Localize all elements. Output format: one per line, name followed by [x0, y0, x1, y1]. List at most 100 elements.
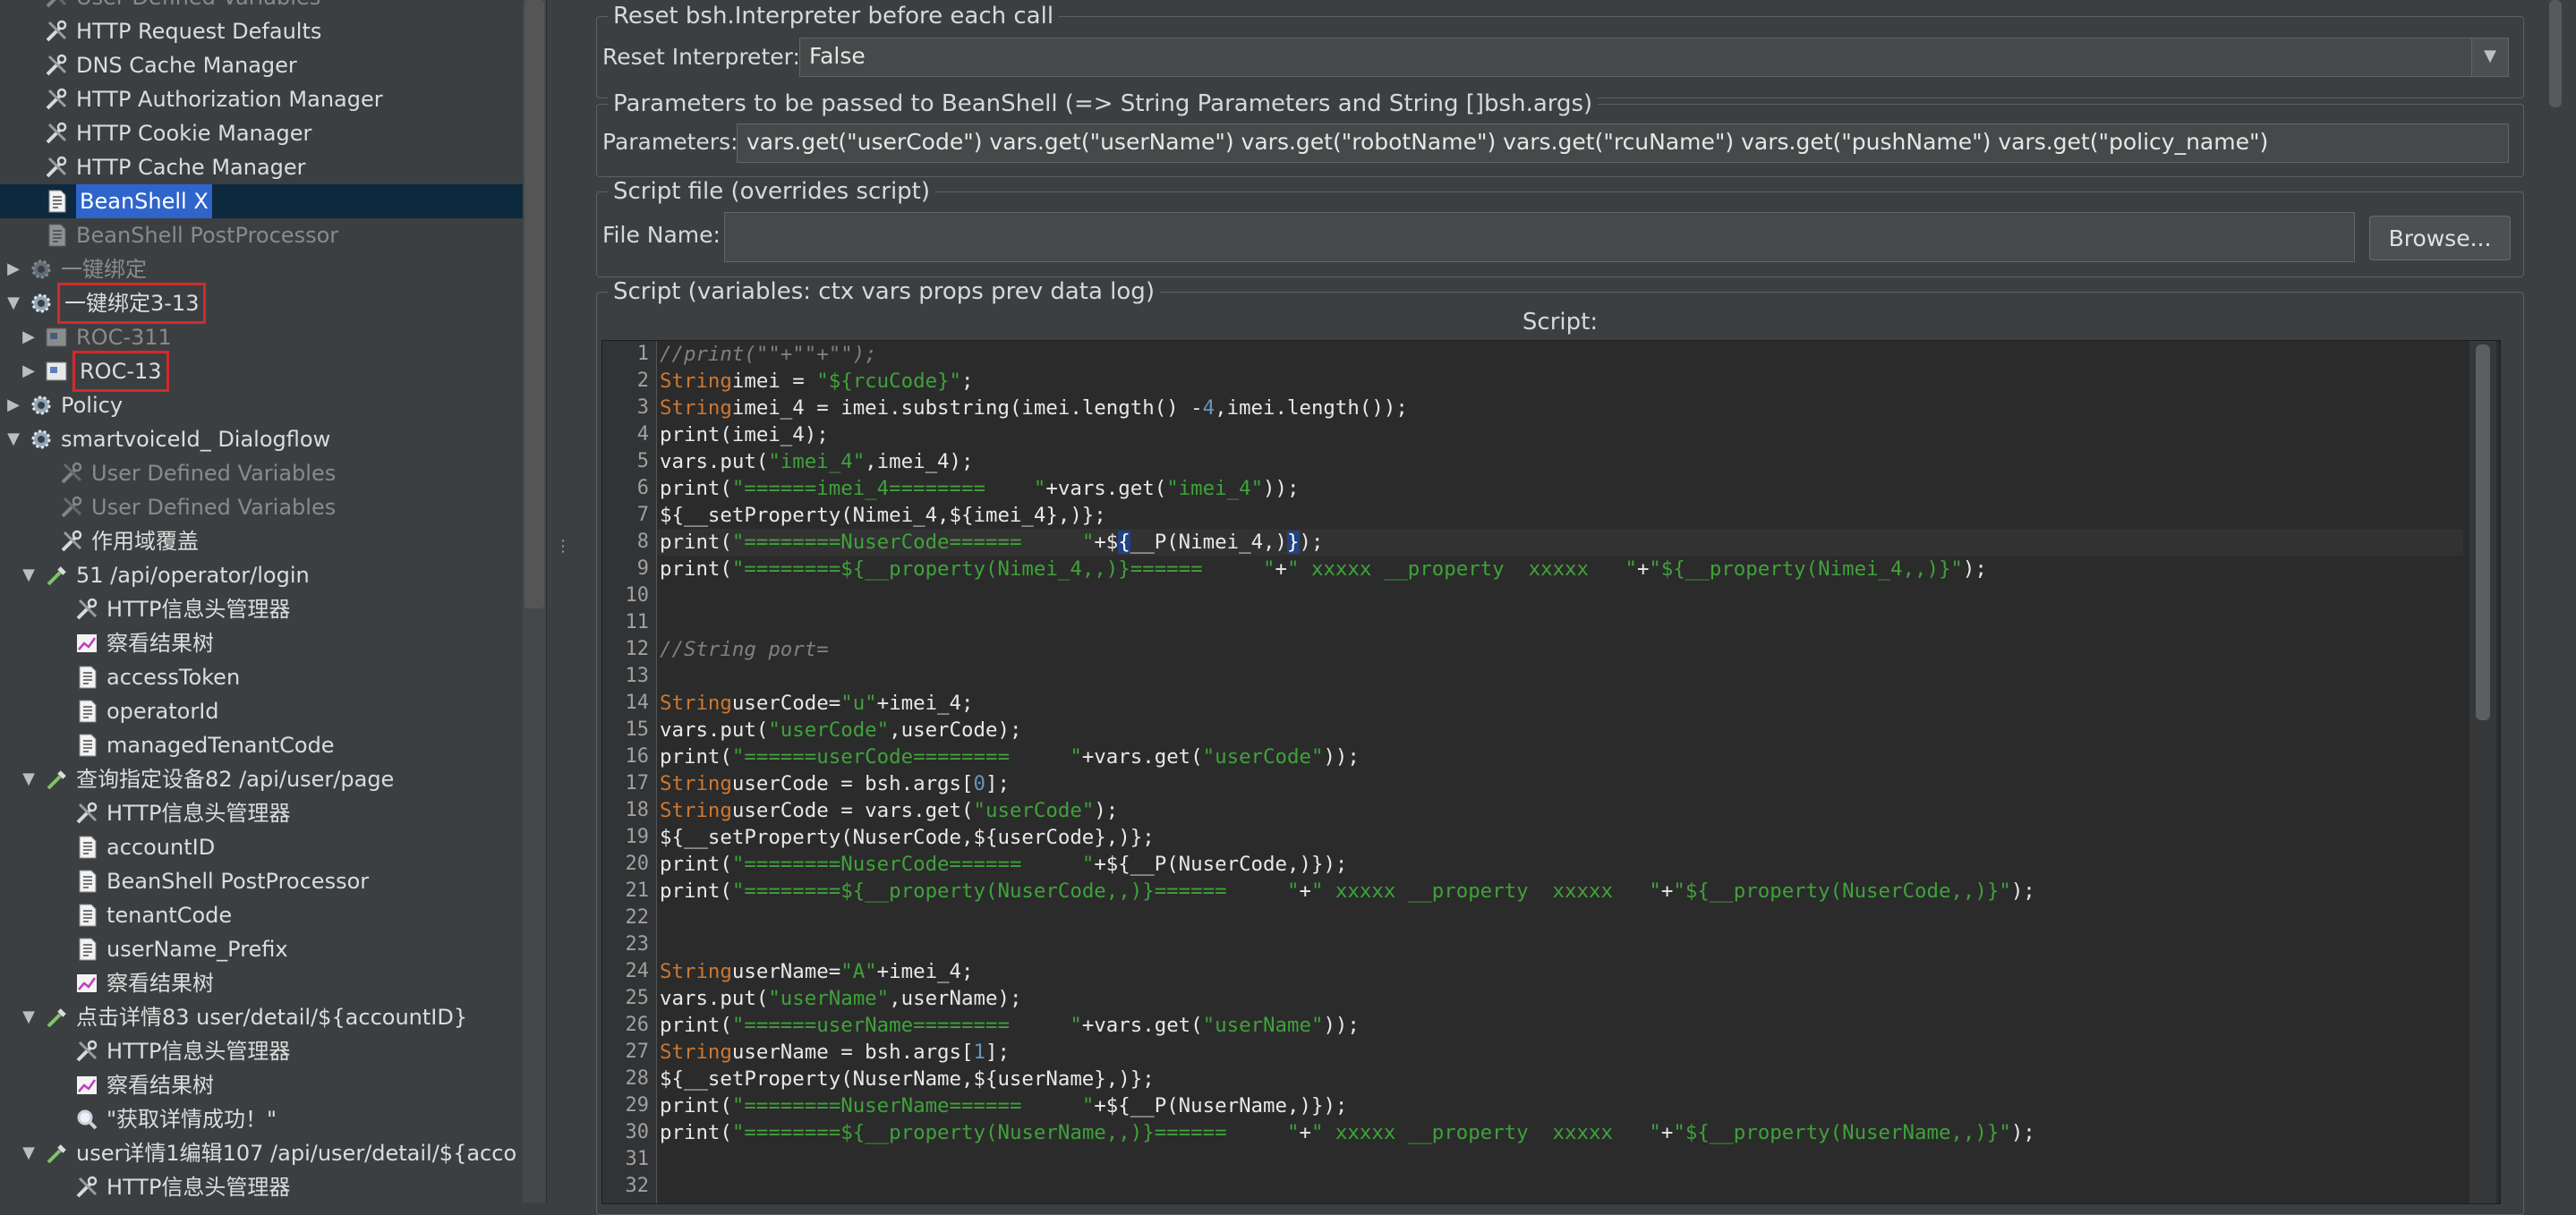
tree-node[interactable]: HTTP Cache Manager — [0, 150, 525, 184]
code-line[interactable]: //String port= — [660, 636, 829, 663]
wrench-icon — [44, 0, 69, 10]
tree-node[interactable]: HTTP信息头管理器 — [0, 1170, 525, 1202]
code-token: print( — [660, 879, 732, 903]
tree-node[interactable]: HTTP Cookie Manager — [0, 116, 525, 150]
code-line[interactable]: print("======imei_4======== "+vars.get("… — [660, 475, 1300, 502]
code-line[interactable]: vars.put("userName",userName); — [660, 985, 1021, 1012]
code-line[interactable]: ${__setProperty(NuserName,${userName},)}… — [660, 1066, 1155, 1092]
expand-arrow-icon[interactable]: ▼ — [5, 286, 21, 320]
editor-scrollbar-thumb[interactable] — [2476, 344, 2490, 720]
tree-node[interactable]: ▶ 一键绑定 — [0, 252, 525, 286]
code-line[interactable]: print(imei_4); — [660, 421, 829, 448]
expand-arrow-icon[interactable]: ▼ — [21, 558, 37, 592]
tree-node[interactable]: ▼ 点击详情83 user/detail/${accountID} — [0, 1000, 525, 1034]
tree-node[interactable]: accountID — [0, 830, 525, 864]
code-line[interactable]: print("========NuserName====== "+${__P(N… — [660, 1092, 1347, 1119]
code-line[interactable]: ${__setProperty(Nimei_4,${imei_4},)}; — [660, 502, 1106, 529]
tree-node[interactable]: ▶ Policy — [0, 388, 525, 422]
tree-node[interactable]: HTTP Authorization Manager — [0, 82, 525, 116]
tree-node[interactable]: 察看结果树 — [0, 1068, 525, 1102]
tree-node[interactable]: User Defined Variables — [0, 0, 525, 14]
expand-arrow-icon[interactable]: ▼ — [21, 1000, 37, 1034]
code-line[interactable]: //print(""+""+""); — [660, 341, 877, 368]
tree-node[interactable]: User Defined Variables — [0, 490, 525, 524]
code-token: print( — [660, 531, 732, 554]
tree-node[interactable]: accessToken — [0, 660, 525, 694]
code-line[interactable]: vars.put("userCode",userCode); — [660, 717, 1021, 743]
code-token: "========${__property(NuserCode,,)}=====… — [731, 879, 1300, 903]
tree-node[interactable]: 作用域覆盖 — [0, 524, 525, 558]
tree-node[interactable]: BeanShell X — [0, 184, 525, 218]
expand-arrow-icon[interactable]: ▼ — [21, 1136, 37, 1170]
code-line[interactable]: Stringimei = "${rcuCode}"; — [660, 368, 974, 395]
tree-node[interactable]: ▶ ROC-13 — [0, 351, 525, 392]
tree-node[interactable]: userName_Prefix — [0, 932, 525, 966]
split-pane-divider[interactable] — [546, 0, 593, 1202]
code-line[interactable]: StringuserName="A"+imei_4; — [660, 958, 974, 985]
code-line[interactable]: ${__setProperty(NuserCode,${userCode},)}… — [660, 824, 1155, 851]
code-line[interactable]: StringuserName = bsh.args[1]; — [660, 1039, 1010, 1066]
tree-node[interactable]: BeanShell PostProcessor — [0, 864, 525, 898]
tree-node[interactable]: User Defined Variables — [0, 456, 525, 490]
code-line[interactable]: print("======userName======== "+vars.get… — [660, 1012, 1360, 1039]
code-line[interactable]: StringuserCode = vars.get("userCode"); — [660, 797, 1118, 824]
tree-node[interactable]: ▶ ROC-311 — [0, 320, 525, 354]
line-number-gutter: 1 2 3 4 5 6 7 8 9 10 11 12 13 14 15 16 17 18 19 20 21 22 23 24 2… — [602, 341, 657, 1203]
tree-node[interactable]: managedTenantCode — [0, 728, 525, 762]
script-icon — [74, 903, 99, 928]
code-line[interactable]: Stringimei_4 = imei.substring(imei.lengt… — [660, 395, 1408, 421]
code-token: "${__property(Nimei_4,,)}" — [1649, 557, 1963, 581]
code-token: )); — [1323, 745, 1360, 769]
tree-node[interactable]: 察看结果树 — [0, 626, 525, 660]
code-line[interactable]: print("========NuserCode====== "+${__P(N… — [660, 851, 1347, 878]
script-editor[interactable]: 1 2 3 4 5 6 7 8 9 10 11 12 13 14 15 16 17 18 19 20 21 22 23 24 2… — [601, 340, 2501, 1204]
collapse-arrow-icon[interactable]: ▶ — [21, 354, 37, 388]
tree-scrollbar-thumb[interactable] — [525, 0, 544, 608]
collapse-arrow-icon[interactable]: ▶ — [21, 320, 37, 354]
code-line[interactable]: print("========NuserCode====== "+${__P(N… — [660, 529, 1323, 556]
tree-node[interactable]: ▼ 查询指定设备82 /api/user/page — [0, 762, 525, 796]
tree-node[interactable]: ▼ smartvoiceId_ Dialogflow — [0, 422, 525, 456]
code-token: "userName" — [768, 987, 890, 1010]
panel-scrollbar-track[interactable] — [2542, 0, 2569, 1202]
tree-node[interactable]: BeanShell PostProcessor — [0, 218, 525, 252]
chevron-down-icon[interactable]: ▼ — [2471, 38, 2508, 76]
tree-node[interactable]: 察看结果树 — [0, 966, 525, 1000]
code-token: +vars.get( — [1081, 745, 1203, 769]
code-line[interactable]: print("========${__property(Nimei_4,,)}=… — [660, 556, 1987, 582]
code-line[interactable]: StringuserCode = bsh.args[0]; — [660, 770, 1010, 797]
code-token: ]; — [985, 1041, 1010, 1064]
code-token: vars.put( — [660, 987, 769, 1010]
tree-node[interactable]: tenantCode — [0, 898, 525, 932]
code-token: "======imei_4======== " — [731, 477, 1046, 500]
divider-grip-icon[interactable]: ⋮ — [555, 535, 571, 558]
code-line[interactable]: StringuserCode="u"+imei_4; — [660, 690, 974, 717]
code-token: " xxxxx __property xxxxx " — [1310, 1121, 1661, 1144]
collapse-arrow-icon[interactable]: ▶ — [5, 252, 21, 286]
file-name-input[interactable] — [724, 212, 2355, 262]
tree-node[interactable]: HTTP Request Defaults — [0, 14, 525, 48]
collapse-arrow-icon[interactable]: ▶ — [5, 388, 21, 422]
tree-node-label: HTTP信息头管理器 — [107, 1175, 291, 1200]
expand-arrow-icon[interactable]: ▼ — [21, 762, 37, 796]
expand-arrow-icon[interactable]: ▼ — [5, 422, 21, 456]
tree-node[interactable]: operatorId — [0, 694, 525, 728]
panel-scrollbar-thumb[interactable] — [2549, 0, 2562, 107]
tree-node[interactable]: DNS Cache Manager — [0, 48, 525, 82]
tree-node[interactable]: ▼ 51 /api/operator/login — [0, 558, 525, 592]
tree-node[interactable]: HTTP信息头管理器 — [0, 592, 525, 626]
tree-node[interactable]: ▼ 一键绑定3-13 — [0, 283, 525, 324]
code-line[interactable]: print("========${__property(NuserName,,)… — [660, 1119, 2035, 1146]
code-line[interactable]: print("======userCode======== "+vars.get… — [660, 743, 1360, 770]
tree-node[interactable]: HTTP信息头管理器 — [0, 1034, 525, 1068]
tree-node[interactable]: HTTP信息头管理器 — [0, 796, 525, 830]
tree-node[interactable]: "获取详情成功！" — [0, 1102, 525, 1136]
tree-node-label: 一键绑定 — [61, 257, 147, 282]
parameters-input[interactable]: vars.get("userCode") vars.get("userName"… — [737, 123, 2509, 163]
tree-node[interactable]: ▼ user详情1编辑107 /api/user/detail/${acco — [0, 1136, 525, 1170]
code-line[interactable]: print("========${__property(NuserCode,,)… — [660, 878, 2035, 905]
code-line[interactable]: vars.put("imei_4",imei_4); — [660, 448, 974, 475]
code-token: ); — [2010, 879, 2035, 903]
reset-interpreter-select[interactable]: False ▼ — [799, 38, 2509, 77]
browse-button[interactable]: Browse... — [2369, 216, 2511, 260]
